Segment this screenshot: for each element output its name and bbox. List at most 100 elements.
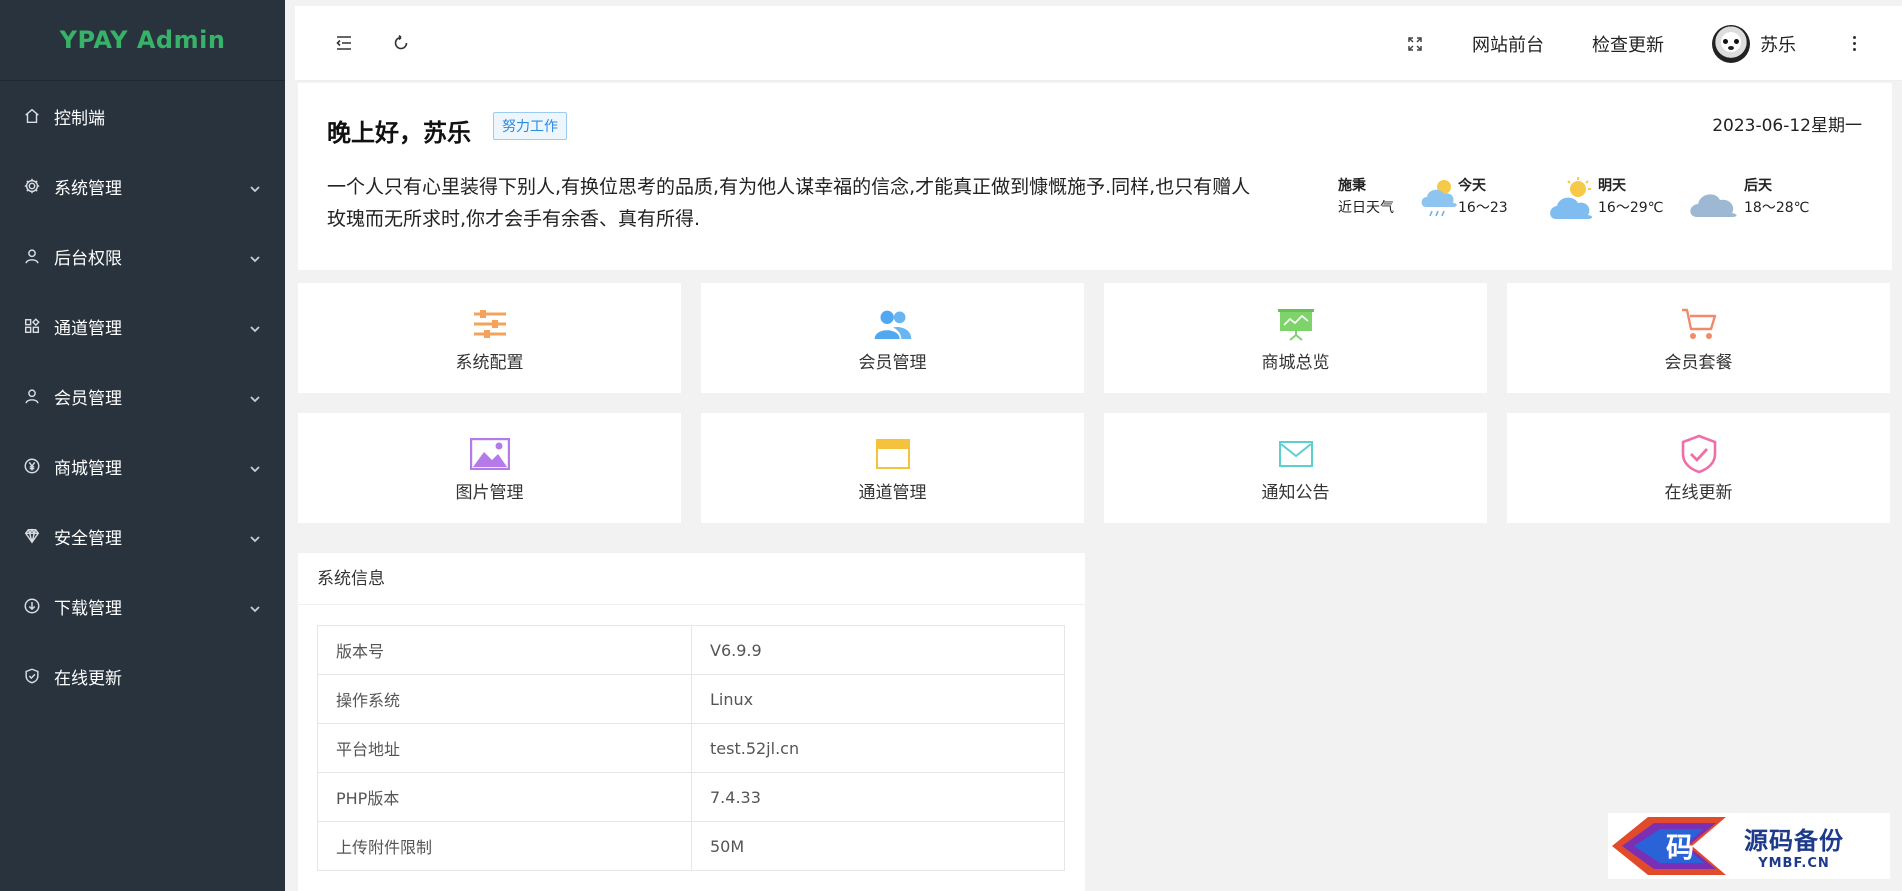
sidebar-item-system[interactable]: 系统管理 xyxy=(0,151,285,221)
sidebar-item-label: 系统管理 xyxy=(54,178,122,199)
tile-mall-overview[interactable]: 商城总览 xyxy=(1104,283,1487,393)
info-key: 上传附件限制 xyxy=(317,821,692,871)
welcome-card: 晚上好，苏乐 努力工作 2023-06-12星期一 一个人只有心里装得下别人,有… xyxy=(298,83,1892,270)
diamond-icon xyxy=(22,526,42,546)
info-value: 50M xyxy=(691,821,1065,871)
sun-cloud-icon xyxy=(1550,177,1593,219)
top-header: 网站前台 检查更新 苏乐 xyxy=(295,6,1902,81)
fullscreen-icon[interactable] xyxy=(1404,33,1426,55)
sidebar-item-label: 通道管理 xyxy=(54,318,122,339)
sidebar-item-label: 商城管理 xyxy=(54,458,122,479)
sidebar-item-label: 控制端 xyxy=(54,108,105,129)
tile-label: 会员套餐 xyxy=(1664,352,1733,373)
sidebar-item-online-update[interactable]: 在线更新 xyxy=(0,641,285,711)
weather-day-label: 明天 xyxy=(1598,178,1626,194)
sidebar-item-members[interactable]: 会员管理 xyxy=(0,361,285,431)
refresh-icon[interactable] xyxy=(388,30,414,56)
info-key: PHP版本 xyxy=(317,772,692,822)
info-key: 操作系统 xyxy=(317,674,692,724)
mail-icon xyxy=(1276,434,1316,474)
chevron-down-icon xyxy=(249,600,261,613)
tile-member-packages[interactable]: 会员套餐 xyxy=(1507,283,1890,393)
shield-check-icon xyxy=(1679,434,1719,474)
more-vertical-icon[interactable] xyxy=(1844,34,1864,54)
tile-label: 系统配置 xyxy=(455,352,524,373)
sidebar: YPAY Admin 控制端 系统管理 后台权限 通道管理 会员管理 商城管理 … xyxy=(0,0,285,891)
info-value: Linux xyxy=(691,674,1065,724)
cart-icon xyxy=(1679,304,1719,344)
info-value: 7.4.33 xyxy=(691,772,1065,822)
table-row: 平台地址 test.52jl.cn xyxy=(317,723,1065,773)
sliders-icon xyxy=(470,304,510,344)
tile-member-management[interactable]: 会员管理 xyxy=(701,283,1084,393)
sidebar-item-security[interactable]: 安全管理 xyxy=(0,501,285,571)
sidebar-item-label: 在线更新 xyxy=(54,668,122,689)
users-icon xyxy=(873,304,913,344)
sidebar-item-label: 下载管理 xyxy=(54,598,122,619)
watermark-url: YMBF.CN xyxy=(1758,856,1830,871)
sidebar-item-admin-permissions[interactable]: 后台权限 xyxy=(0,221,285,291)
presentation-icon xyxy=(1276,304,1316,344)
watermark-logo-char: 码 xyxy=(1666,831,1694,864)
greeting: 晚上好，苏乐 xyxy=(327,119,471,147)
window-icon xyxy=(873,434,913,474)
tile-online-update[interactable]: 在线更新 xyxy=(1507,413,1890,523)
user-name[interactable]: 苏乐 xyxy=(1760,31,1796,57)
chevron-down-icon xyxy=(249,530,261,543)
tile-label: 商城总览 xyxy=(1261,352,1330,373)
weather-day-label: 后天 xyxy=(1744,178,1772,194)
info-key: 版本号 xyxy=(317,625,692,675)
chevron-down-icon xyxy=(249,390,261,403)
gear-icon xyxy=(22,176,42,196)
yen-icon xyxy=(22,456,42,476)
weather-day-range: 18～28℃ xyxy=(1744,200,1810,216)
panel-title: 系统信息 xyxy=(298,553,1085,605)
check-update-link[interactable]: 检查更新 xyxy=(1592,31,1664,57)
tile-notices[interactable]: 通知公告 xyxy=(1104,413,1487,523)
table-row: PHP版本 7.4.33 xyxy=(317,772,1065,822)
sidebar-item-label: 安全管理 xyxy=(54,528,122,549)
shield-check-icon xyxy=(22,666,42,686)
table-row: 操作系统 Linux xyxy=(317,674,1065,724)
avatar[interactable] xyxy=(1712,24,1750,63)
sidebar-item-dashboard[interactable]: 控制端 xyxy=(0,81,285,151)
weather-day-range: 16～23 xyxy=(1458,200,1508,216)
apps-icon xyxy=(22,316,42,336)
menu-toggle-icon[interactable] xyxy=(331,30,357,56)
tile-label: 通知公告 xyxy=(1261,482,1330,503)
download-icon xyxy=(22,596,42,616)
sidebar-item-mall[interactable]: 商城管理 xyxy=(0,431,285,501)
sidebar-item-downloads[interactable]: 下载管理 xyxy=(0,571,285,641)
tile-system-config[interactable]: 系统配置 xyxy=(298,283,681,393)
sidebar-item-label: 会员管理 xyxy=(54,388,122,409)
cloud-icon xyxy=(1690,194,1737,217)
chevron-down-icon xyxy=(249,180,261,193)
daily-quote: 一个人只有心里装得下别人,有换位思考的品质,有为他人谋幸福的信念,才能真正做到慷… xyxy=(327,176,1251,230)
weather-location: 施秉 xyxy=(1338,178,1366,194)
tile-label: 图片管理 xyxy=(455,482,524,503)
site-front-link[interactable]: 网站前台 xyxy=(1472,31,1544,57)
greeting-tag: 努力工作 xyxy=(493,112,567,140)
info-value: test.52jl.cn xyxy=(691,723,1065,773)
chevron-down-icon xyxy=(249,460,261,473)
sidebar-item-channels[interactable]: 通道管理 xyxy=(0,291,285,361)
chevron-down-icon xyxy=(249,320,261,333)
info-value: V6.9.9 xyxy=(691,625,1065,675)
table-row: 版本号 V6.9.9 xyxy=(317,625,1065,675)
tile-image-management[interactable]: 图片管理 xyxy=(298,413,681,523)
watermark-logo: 码 xyxy=(1608,813,1738,879)
tile-label: 在线更新 xyxy=(1664,482,1733,503)
home-icon xyxy=(22,106,42,126)
table-row: 上传附件限制 50M xyxy=(317,821,1065,871)
tile-channel-management[interactable]: 通道管理 xyxy=(701,413,1084,523)
user-icon xyxy=(22,386,42,406)
image-icon xyxy=(469,434,510,474)
chevron-down-icon xyxy=(249,250,261,263)
brand-title[interactable]: YPAY Admin xyxy=(0,0,285,81)
system-info-panel: 系统信息 版本号 V6.9.9 操作系统 Linux 平台地址 test.52j… xyxy=(298,553,1085,891)
watermark: 码 源码备份 YMBF.CN xyxy=(1608,813,1890,879)
weather-day-range: 16～29℃ xyxy=(1598,200,1664,216)
tile-label: 通道管理 xyxy=(858,482,927,503)
system-info-table: 版本号 V6.9.9 操作系统 Linux 平台地址 test.52jl.cn … xyxy=(317,625,1065,871)
sidebar-item-label: 后台权限 xyxy=(54,248,122,269)
